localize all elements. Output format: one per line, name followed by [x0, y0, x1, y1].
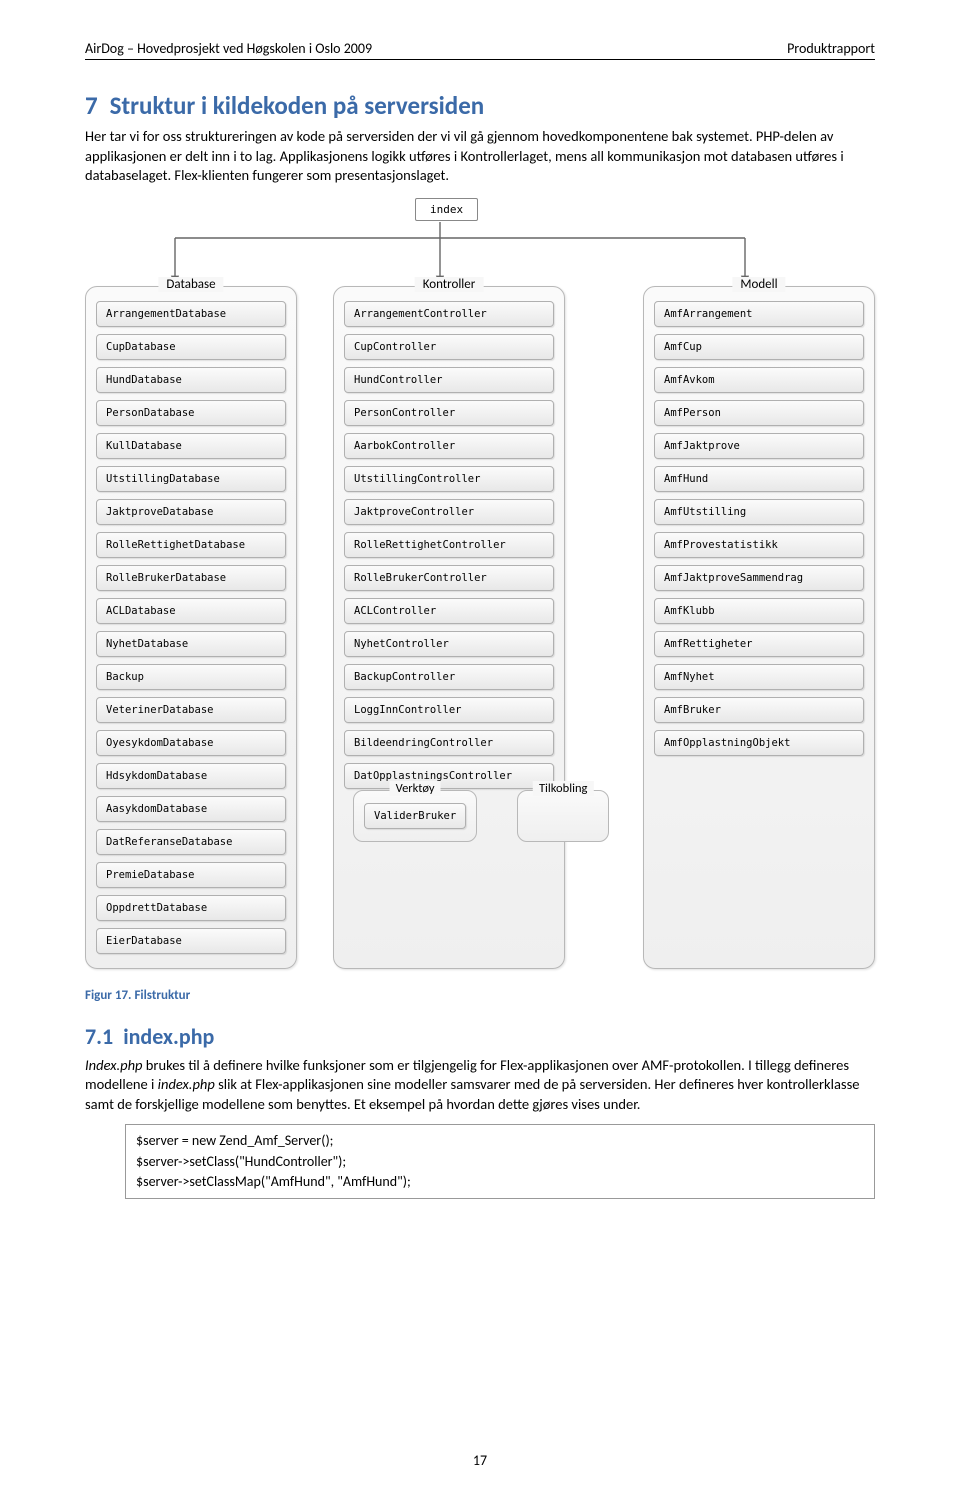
- column-title: Modell: [732, 277, 785, 292]
- page-header: AirDog – Hovedprosjekt ved Høgskolen i O…: [85, 40, 875, 60]
- diagram-cell: AmfOpplastningObjekt: [654, 730, 864, 756]
- diagram-cell: RolleBrukerDatabase: [96, 565, 286, 591]
- diagram-cell: AmfProvestatistikk: [654, 532, 864, 558]
- italic-term: index.php: [158, 1075, 215, 1093]
- diagram-cell: DatReferanseDatabase: [96, 829, 286, 855]
- diagram-cell: LoggInnController: [344, 697, 554, 723]
- diagram-cell: DatOpplastningsController: [344, 763, 554, 789]
- diagram-cell: CupDatabase: [96, 334, 286, 360]
- diagram-cell: AmfUtstilling: [654, 499, 864, 525]
- intro-paragraph: Her tar vi for oss struktureringen av ko…: [85, 127, 875, 186]
- diagram-cell: AmfCup: [654, 334, 864, 360]
- diagram-cell: KullDatabase: [96, 433, 286, 459]
- diagram-cell: AmfKlubb: [654, 598, 864, 624]
- diagram-cell: RolleRettighetController: [344, 532, 554, 558]
- figure-caption: Figur 17. Filstruktur: [85, 988, 875, 1003]
- diagram-cell: PersonController: [344, 400, 554, 426]
- heading-2: 7.1 index.php: [85, 1023, 875, 1050]
- diagram-column-kontroller: KontrollerArrangementControllerCupContro…: [333, 286, 565, 969]
- diagram-cell: BildeendringController: [344, 730, 554, 756]
- heading-2-text: index.php: [123, 1023, 214, 1050]
- column-title: Database: [158, 277, 223, 292]
- diagram-cell: UtstillingDatabase: [96, 466, 286, 492]
- diagram-cell: PremieDatabase: [96, 862, 286, 888]
- diagram-cell: VeterinerDatabase: [96, 697, 286, 723]
- italic-term: Index.php: [85, 1056, 143, 1074]
- diagram-cell: ACLDatabase: [96, 598, 286, 624]
- diagram-cell: EierDatabase: [96, 928, 286, 954]
- diagram-cell: JaktproveDatabase: [96, 499, 286, 525]
- diagram-cell: ACLController: [344, 598, 554, 624]
- heading-1: 7 Struktur i kildekoden på serversiden: [85, 90, 875, 121]
- diagram-cell: AmfJaktprove: [654, 433, 864, 459]
- diagram-cell: NyhetDatabase: [96, 631, 286, 657]
- diagram-cell: OyesykdomDatabase: [96, 730, 286, 756]
- code-line: $server->setClassMap("AmfHund", "AmfHund…: [136, 1172, 864, 1192]
- diagram-cell: AmfAvkom: [654, 367, 864, 393]
- diagram-subbox: VerktøyValiderBruker: [353, 790, 477, 842]
- diagram-cell: PersonDatabase: [96, 400, 286, 426]
- heading-1-number: 7: [85, 90, 98, 121]
- diagram-cell: RolleBrukerController: [344, 565, 554, 591]
- diagram-column-modell: ModellAmfArrangementAmfCupAmfAvkomAmfPer…: [643, 286, 875, 969]
- diagram-cell: AarbokController: [344, 433, 554, 459]
- diagram-cell: AmfHund: [654, 466, 864, 492]
- diagram-cell: NyhetController: [344, 631, 554, 657]
- diagram-cell: RolleRettighetDatabase: [96, 532, 286, 558]
- diagram-cell: AmfPerson: [654, 400, 864, 426]
- header-right: Produktrapport: [787, 40, 875, 57]
- body-paragraph: Index.php brukes til å definere hvilke f…: [85, 1056, 875, 1115]
- diagram-cell: AmfJaktproveSammendrag: [654, 565, 864, 591]
- diagram-cell: ArrangementDatabase: [96, 301, 286, 327]
- diagram-cell: AmfArrangement: [654, 301, 864, 327]
- heading-2-number: 7.1: [85, 1023, 113, 1050]
- diagram-cell: OppdrettDatabase: [96, 895, 286, 921]
- code-line: $server = new Zend_Amf_Server();: [136, 1131, 864, 1151]
- code-line: $server->setClass("HundController");: [136, 1152, 864, 1172]
- diagram-column-database: DatabaseArrangementDatabaseCupDatabaseHu…: [85, 286, 297, 969]
- diagram-cell: ArrangementController: [344, 301, 554, 327]
- header-left: AirDog – Hovedprosjekt ved Høgskolen i O…: [85, 40, 372, 57]
- diagram-cell: HdsykdomDatabase: [96, 763, 286, 789]
- page-number: 17: [0, 1452, 960, 1469]
- diagram-subbox: Tilkobling: [517, 790, 609, 842]
- diagram-cell: AmfNyhet: [654, 664, 864, 690]
- heading-1-text: Struktur i kildekoden på serversiden: [110, 90, 485, 121]
- diagram-cell: UtstillingController: [344, 466, 554, 492]
- diagram-cell: CupController: [344, 334, 554, 360]
- column-title: Kontroller: [415, 277, 484, 292]
- subbox-title: Verktøy: [390, 781, 441, 796]
- diagram-cell: ValiderBruker: [364, 803, 466, 829]
- architecture-diagram: index: [85, 198, 875, 958]
- diagram-top-node: index: [415, 198, 478, 221]
- diagram-cell: AasykdomDatabase: [96, 796, 286, 822]
- subbox-title: Tilkobling: [533, 781, 593, 796]
- diagram-cell: JaktproveController: [344, 499, 554, 525]
- diagram-cell: AmfRettigheter: [654, 631, 864, 657]
- code-example: $server = new Zend_Amf_Server(); $server…: [125, 1124, 875, 1199]
- diagram-cell: BackupController: [344, 664, 554, 690]
- diagram-cell: Backup: [96, 664, 286, 690]
- diagram-cell: HundDatabase: [96, 367, 286, 393]
- diagram-cell: HundController: [344, 367, 554, 393]
- diagram-cell: AmfBruker: [654, 697, 864, 723]
